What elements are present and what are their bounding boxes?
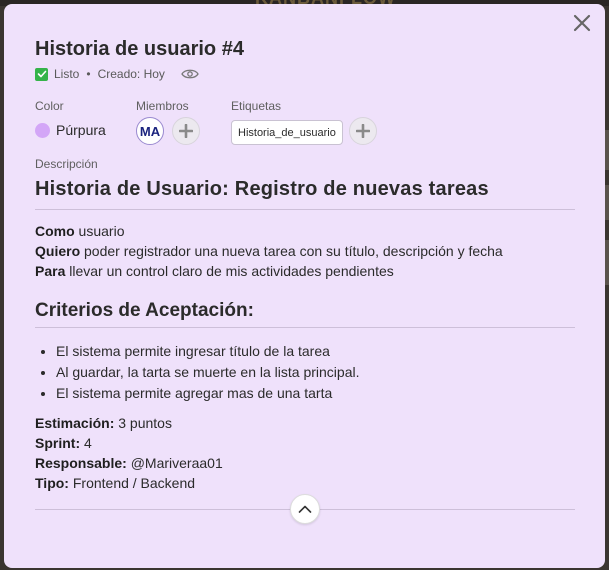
sprint-line: Sprint: 4 <box>35 435 92 451</box>
plus-icon <box>356 124 370 138</box>
list-item: Al guardar, la tarta se muerte en la lis… <box>56 362 360 383</box>
tags-label: Etiquetas <box>231 99 282 113</box>
user-story-para: Para llevar un control claro de mis acti… <box>35 263 394 279</box>
criteria-heading: Criterios de Aceptación: <box>35 300 254 321</box>
sprint-value: 4 <box>80 435 92 451</box>
list-item: El sistema permite agregar mas de una ta… <box>56 383 360 404</box>
divider <box>35 327 575 328</box>
meta-separator: • <box>86 67 91 81</box>
card-detail-modal: Historia de usuario #4 Listo • Creado: H… <box>4 4 605 568</box>
add-tag-button[interactable] <box>349 117 377 145</box>
card-title[interactable]: Historia de usuario #4 <box>35 38 244 61</box>
type-value: Frontend / Backend <box>68 475 196 491</box>
sprint-label: Sprint: <box>35 435 81 451</box>
user-story-quiero: Quiero poder registrador una nueva tarea… <box>35 243 503 259</box>
type-label: Tipo: <box>35 475 69 491</box>
status-text: Listo <box>54 67 80 81</box>
member-avatar[interactable]: MA <box>136 117 164 145</box>
tag-chip[interactable]: Historia_de_usuario <box>231 120 343 145</box>
color-selector[interactable]: Púrpura <box>35 122 106 138</box>
status-checkbox[interactable] <box>35 67 48 81</box>
collapse-description-button[interactable] <box>290 494 320 524</box>
criteria-list: El sistema permite ingresar título de la… <box>35 341 360 404</box>
description-label: Descripción <box>35 157 98 171</box>
close-icon <box>573 14 591 32</box>
como-text: usuario <box>74 223 125 239</box>
estimation-label: Estimación: <box>35 415 115 431</box>
quiero-label: Quiero <box>35 243 81 259</box>
color-value: Púrpura <box>56 122 106 138</box>
type-line: Tipo: Frontend / Backend <box>35 475 195 491</box>
estimation-line: Estimación: 3 puntos <box>35 415 172 431</box>
description-heading: Historia de Usuario: Registro de nuevas … <box>35 178 489 200</box>
chevron-up-icon <box>298 505 312 513</box>
owner-label: Responsable: <box>35 455 127 471</box>
list-item: El sistema permite ingresar título de la… <box>56 341 360 362</box>
quiero-text: poder registrador una nueva tarea con su… <box>80 243 503 259</box>
como-label: Como <box>35 223 75 239</box>
estimation-value: 3 puntos <box>114 415 172 431</box>
plus-icon <box>179 124 193 138</box>
card-meta: Listo • Creado: Hoy <box>35 66 199 82</box>
color-label: Color <box>35 99 64 113</box>
watch-button[interactable] <box>181 68 199 80</box>
eye-icon <box>181 69 199 79</box>
para-text: llevar un control claro de mis actividad… <box>65 263 394 279</box>
created-date: Creado: Hoy <box>97 67 165 81</box>
owner-value: @Mariveraa01 <box>126 455 223 471</box>
user-story-como: Como usuario <box>35 223 124 239</box>
color-swatch <box>35 122 50 138</box>
close-button[interactable] <box>571 12 593 34</box>
add-member-button[interactable] <box>172 117 200 145</box>
owner-line: Responsable: @Mariveraa01 <box>35 455 223 471</box>
members-label: Miembros <box>136 99 189 113</box>
checkmark-icon <box>37 70 46 78</box>
divider <box>35 209 575 210</box>
para-label: Para <box>35 263 66 279</box>
